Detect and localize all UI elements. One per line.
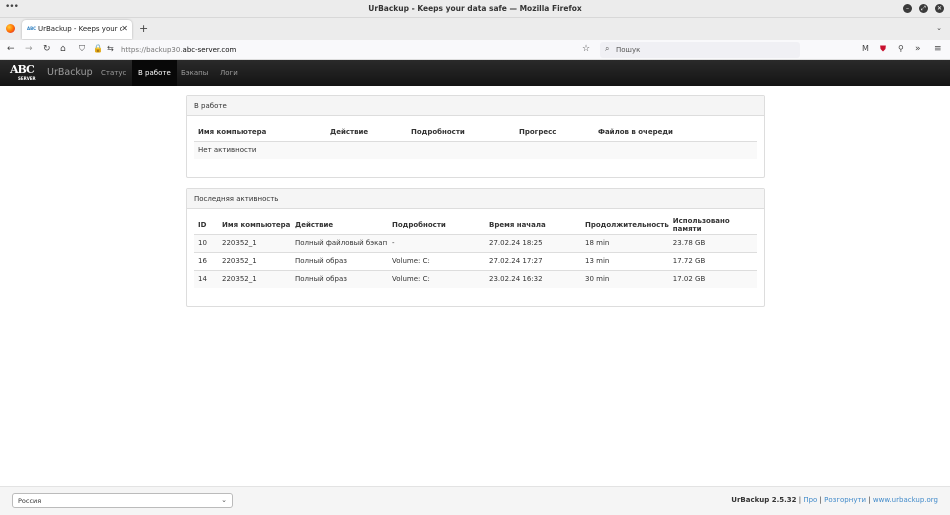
in-progress-panel: В работе Имя компьютера Действие Подробн… xyxy=(186,95,765,178)
website-link[interactable]: www.urbackup.org xyxy=(873,496,938,504)
url-text: https://backup30.abc-server.com xyxy=(121,46,237,54)
tab-title: UrBackup - Keeps your data xyxy=(38,25,122,33)
col-queue[interactable]: Файлов в очереди xyxy=(594,123,757,142)
version-text: UrBackup 2.5.32 xyxy=(731,496,797,504)
url-bar[interactable]: ⛉ 🔒 ⇆ https://backup30.abc-server.com ☆ xyxy=(75,42,597,58)
table-row: 14 220352_1 Полный образ Volume: C: 23.0… xyxy=(194,269,757,288)
footer-version-links: UrBackup 2.5.32 | Про | Розгорнути | www… xyxy=(731,496,938,504)
reload-icon[interactable]: ↻ xyxy=(43,44,51,54)
col-start-time[interactable]: Время начала xyxy=(485,216,581,235)
back-icon[interactable]: ← xyxy=(7,44,15,54)
cell-memory: 17.72 GB xyxy=(668,251,757,270)
table-header-row: ID Имя компьютера Действие Подробности В… xyxy=(194,216,757,235)
maximize-icon[interactable]: ⤢ xyxy=(919,4,928,13)
overflow-chevrons-icon[interactable]: » xyxy=(915,44,921,54)
cell-start-time: 27.02.24 18:25 xyxy=(485,233,581,252)
table-row: 10 220352_1 Полный файловый бэкап - 27.0… xyxy=(194,233,757,252)
search-bar[interactable]: ⌕ Пошук xyxy=(600,42,800,58)
close-window-icon[interactable]: ✕ xyxy=(935,4,944,13)
recent-activity-panel: Последняя активность ID Имя компьютера Д… xyxy=(186,188,765,307)
cell-computer: 220352_1 xyxy=(218,269,291,288)
tab-close-icon[interactable]: ✕ xyxy=(121,24,128,33)
cell-memory: 23.78 GB xyxy=(668,233,757,252)
app-navbar: ABC SERVER UrBackup Статус В работе Бэка… xyxy=(0,60,950,86)
cell-details: Volume: C: xyxy=(388,251,485,270)
forward-icon[interactable]: → xyxy=(25,44,33,54)
table-row: Нет активности xyxy=(194,140,757,159)
urbackup-favicon-icon: ABC xyxy=(27,26,37,31)
bookmark-star-icon[interactable]: ☆ xyxy=(582,44,590,54)
cell-start-time: 27.02.24 17:27 xyxy=(485,251,581,270)
cell-id: 14 xyxy=(194,269,218,288)
nav-logs[interactable]: Логи xyxy=(214,60,244,86)
cell-action: Полный файловый бэкап xyxy=(291,233,388,252)
table-header-row: Имя компьютера Действие Подробности Прог… xyxy=(194,123,757,142)
col-details[interactable]: Подробности xyxy=(407,123,515,142)
permissions-icon[interactable]: ⇆ xyxy=(107,44,114,53)
col-details[interactable]: Подробности xyxy=(388,216,485,235)
cell-action: Полный образ xyxy=(291,269,388,288)
in-progress-table: Имя компьютера Действие Подробности Прог… xyxy=(194,123,757,159)
table-row: 16 220352_1 Полный образ Volume: C: 27.0… xyxy=(194,251,757,270)
cell-computer: 220352_1 xyxy=(218,251,291,270)
lock-icon[interactable]: 🔒 xyxy=(93,44,103,53)
search-icon: ⌕ xyxy=(605,44,610,53)
browser-navbar: ← → ↻ ⌂ ⛉ 🔒 ⇆ https://backup30.abc-serve… xyxy=(0,40,950,60)
extensions-icon[interactable]: ⚲ xyxy=(898,44,904,53)
hamburger-menu-icon[interactable]: ≡ xyxy=(934,44,942,54)
in-progress-title: В работе xyxy=(187,96,764,116)
nav-in-progress[interactable]: В работе xyxy=(132,60,177,86)
empty-activity-text: Нет активности xyxy=(194,140,757,159)
col-computer-name[interactable]: Имя компьютера xyxy=(194,123,326,142)
minimize-icon[interactable]: – xyxy=(903,4,912,13)
cell-computer: 220352_1 xyxy=(218,233,291,252)
cell-start-time: 23.02.24 16:32 xyxy=(485,269,581,288)
col-progress[interactable]: Прогресс xyxy=(515,123,594,142)
nav-status[interactable]: Статус xyxy=(95,60,132,86)
ublock-shield-icon[interactable]: ⛊ xyxy=(880,44,886,54)
about-link[interactable]: Про xyxy=(803,496,817,504)
cell-duration: 18 min xyxy=(581,233,669,252)
recent-activity-table: ID Имя компьютера Действие Подробности В… xyxy=(194,216,757,288)
nav-backups[interactable]: Бэкапы xyxy=(175,60,214,86)
col-duration[interactable]: Продолжительность xyxy=(581,216,669,235)
list-tabs-icon[interactable]: ⌄ xyxy=(936,24,942,32)
expand-link[interactable]: Розгорнути xyxy=(824,496,866,504)
window-titlebar: ••• UrBackup - Keeps your data safe — Mo… xyxy=(0,0,950,18)
col-action[interactable]: Действие xyxy=(326,123,407,142)
abc-server-logo[interactable]: ABC SERVER xyxy=(10,63,44,83)
firefox-icon[interactable] xyxy=(6,24,15,33)
language-select-value: Россия xyxy=(18,497,42,505)
tracking-shield-icon[interactable]: ⛉ xyxy=(79,44,85,54)
tab-strip: ABC UrBackup - Keeps your data ✕ + ⌄ xyxy=(0,18,950,40)
cell-details: Volume: C: xyxy=(388,269,485,288)
language-select[interactable]: Россия ⌄ xyxy=(12,493,233,508)
new-tab-icon[interactable]: + xyxy=(139,22,148,35)
cell-id: 10 xyxy=(194,233,218,252)
recent-activity-title: Последняя активность xyxy=(187,189,764,209)
page-footer: Россия ⌄ UrBackup 2.5.32 | Про | Розгорн… xyxy=(0,486,950,515)
cell-duration: 30 min xyxy=(581,269,669,288)
cell-id: 16 xyxy=(194,251,218,270)
app-brand[interactable]: UrBackup xyxy=(47,67,93,78)
col-action[interactable]: Действие xyxy=(291,216,388,235)
search-placeholder: Пошук xyxy=(616,46,641,54)
col-id[interactable]: ID xyxy=(194,216,218,235)
col-memory-used[interactable]: Использовано памяти xyxy=(668,216,757,235)
browser-tab[interactable]: ABC UrBackup - Keeps your data ✕ xyxy=(22,20,132,39)
window-title: UrBackup - Keeps your data safe — Mozill… xyxy=(368,4,582,13)
cell-memory: 17.02 GB xyxy=(668,269,757,288)
gmail-icon[interactable]: M xyxy=(862,44,869,53)
cell-details: - xyxy=(388,233,485,252)
col-computer-name[interactable]: Имя компьютера xyxy=(218,216,291,235)
home-icon[interactable]: ⌂ xyxy=(60,44,66,54)
chevron-down-icon: ⌄ xyxy=(221,496,227,504)
cell-action: Полный образ xyxy=(291,251,388,270)
cell-duration: 13 min xyxy=(581,251,669,270)
